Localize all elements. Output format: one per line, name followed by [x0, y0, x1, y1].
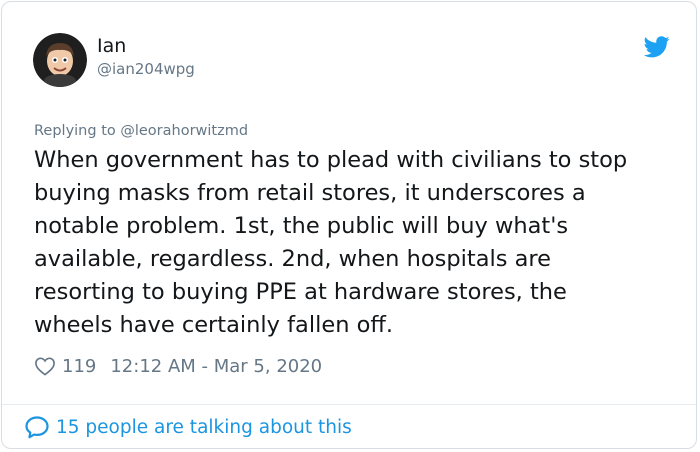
talking-about-link[interactable]: 15 people are talking about this: [24, 415, 352, 439]
tweet-line: available, regardless. 2nd, when hospita…: [34, 246, 551, 272]
author-handle[interactable]: @ian204wpg: [97, 60, 195, 78]
cartoon-avatar-icon: [33, 33, 87, 87]
tweet-line: wheels have certainly fallen off.: [34, 312, 394, 338]
tweet-card: Ian @ian204wpg Replying to @leorahorwitz…: [1, 1, 697, 449]
speech-bubble-icon: [25, 416, 49, 439]
tweet-line: notable problem. 1st, the public will bu…: [34, 213, 569, 239]
avatar[interactable]: [33, 33, 87, 87]
author-name[interactable]: Ian: [97, 35, 126, 57]
twitter-bird-icon[interactable]: [644, 36, 670, 58]
like-count[interactable]: 119: [62, 356, 96, 377]
tweet-line: resorting to buying PPE at hardware stor…: [34, 279, 567, 305]
talking-about-text[interactable]: 15 people are talking about this: [56, 417, 352, 438]
tweet-line: buying masks from retail stores, it unde…: [34, 180, 586, 206]
tweet-meta: 119 12:12 AM - Mar 5, 2020: [34, 353, 322, 379]
replying-to-text[interactable]: Replying to @leorahorwitzmd: [34, 122, 248, 140]
tweet-timestamp[interactable]: 12:12 AM - Mar 5, 2020: [110, 356, 322, 377]
divider: [2, 404, 696, 405]
tweet-line: When government has to plead with civili…: [34, 147, 628, 173]
tweet-text: When government has to plead with civili…: [34, 144, 679, 342]
heart-icon[interactable]: [34, 356, 56, 376]
